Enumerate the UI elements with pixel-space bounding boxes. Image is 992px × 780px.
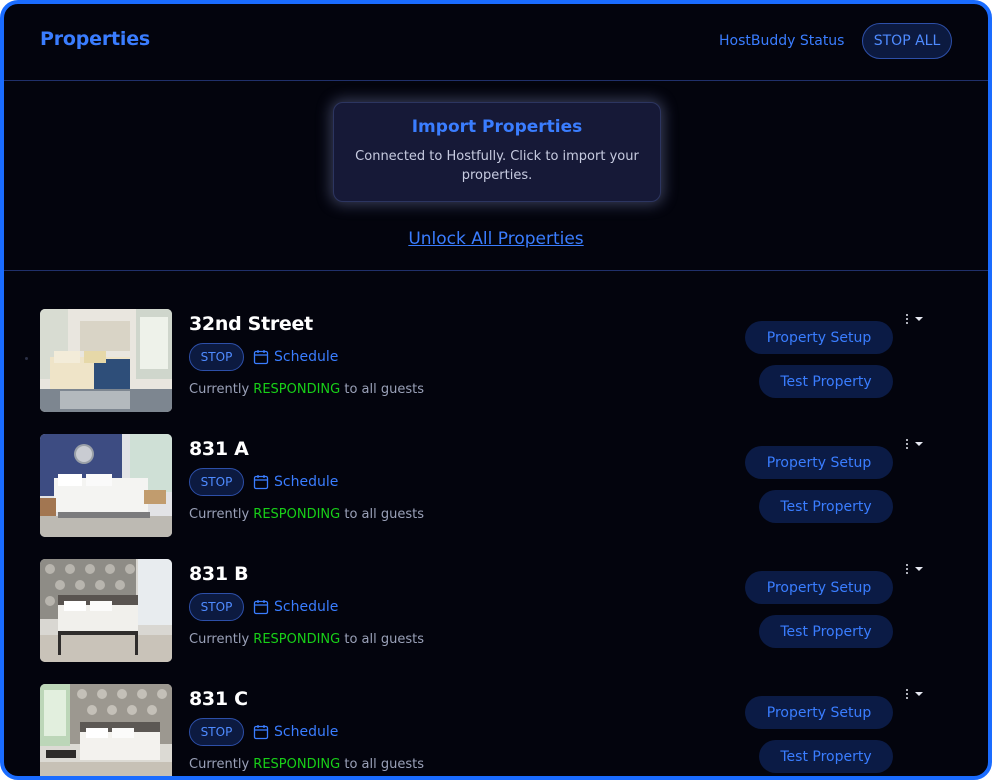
status-prefix: Currently (189, 632, 250, 647)
row-menu-toggle[interactable] (906, 436, 934, 452)
response-status: Currently RESPONDING to all guests (189, 507, 424, 522)
property-setup-button[interactable]: Property Setup (745, 321, 893, 354)
unlock-all-properties-link[interactable]: Unlock All Properties (4, 229, 988, 249)
calendar-icon (253, 600, 269, 615)
property-setup-button[interactable]: Property Setup (745, 571, 893, 604)
test-property-button[interactable]: Test Property (759, 615, 893, 648)
bedroom-image (40, 434, 172, 537)
status-value: RESPONDING (253, 632, 341, 647)
row-menu-toggle[interactable] (906, 311, 934, 327)
stop-property-button[interactable]: STOP (189, 343, 244, 371)
stop-property-button[interactable]: STOP (189, 593, 244, 621)
property-setup-button[interactable]: Property Setup (745, 696, 893, 729)
schedule-link[interactable]: Schedule (253, 724, 338, 740)
status-prefix: Currently (189, 382, 250, 397)
property-setup-button[interactable]: Property Setup (745, 446, 893, 479)
page-header: Properties HostBuddy Status STOP ALL (4, 4, 988, 81)
test-property-button[interactable]: Test Property (759, 365, 893, 398)
status-value: RESPONDING (253, 382, 341, 397)
import-properties-title: Import Properties (411, 117, 583, 137)
response-status: Currently RESPONDING to all guests (189, 632, 424, 647)
status-suffix: to all guests (344, 757, 424, 772)
schedule-label: Schedule (274, 349, 339, 365)
bedroom-image (40, 559, 172, 662)
stop-property-button[interactable]: STOP (189, 468, 244, 496)
caret-down-icon (915, 567, 923, 571)
status-suffix: to all guests (344, 507, 424, 522)
bedroom-image (40, 684, 172, 776)
row-menu-toggle[interactable] (906, 686, 934, 702)
property-thumbnail[interactable] (40, 684, 172, 776)
row-menu-toggle[interactable] (906, 561, 934, 577)
property-row: 32nd Street STOP Schedule Currently RESP… (4, 309, 988, 434)
schedule-link[interactable]: Schedule (253, 474, 338, 490)
calendar-icon (253, 725, 269, 740)
test-property-button[interactable]: Test Property (759, 740, 893, 773)
status-prefix: Currently (189, 757, 250, 772)
hostbuddy-status-label: HostBuddy Status (719, 33, 845, 49)
app-frame: Properties HostBuddy Status STOP ALL Imp… (0, 0, 992, 780)
kebab-menu-icon (906, 439, 908, 449)
import-section: Import Properties Connected to Hostfully… (4, 81, 988, 271)
bedroom-image (40, 309, 172, 412)
status-value: RESPONDING (253, 507, 341, 522)
test-property-button[interactable]: Test Property (759, 490, 893, 523)
property-name: 831 B (189, 563, 249, 585)
caret-down-icon (915, 442, 923, 446)
caret-down-icon (915, 317, 923, 321)
property-name: 831 C (189, 688, 248, 710)
property-row: 831 A STOP Schedule Currently RESPONDING… (4, 434, 988, 559)
page-title: Properties (40, 28, 150, 50)
status-prefix: Currently (189, 507, 250, 522)
status-suffix: to all guests (344, 382, 424, 397)
caret-down-icon (915, 692, 923, 696)
property-thumbnail[interactable] (40, 434, 172, 537)
schedule-label: Schedule (274, 474, 339, 490)
property-row: 831 B STOP Schedule Currently RESPONDING… (4, 559, 988, 684)
schedule-link[interactable]: Schedule (253, 599, 338, 615)
kebab-menu-icon (906, 689, 908, 699)
property-row: 831 C STOP Schedule Currently RESPONDING… (4, 684, 988, 776)
stop-all-button[interactable]: STOP ALL (862, 23, 952, 59)
property-name: 831 A (189, 438, 249, 460)
import-properties-description: Connected to Hostfully. Click to import … (355, 149, 639, 183)
status-value: RESPONDING (253, 757, 341, 772)
property-thumbnail[interactable] (40, 559, 172, 662)
schedule-label: Schedule (274, 599, 339, 615)
property-name: 32nd Street (189, 313, 313, 335)
calendar-icon (253, 350, 269, 365)
stop-property-button[interactable]: STOP (189, 718, 244, 746)
response-status: Currently RESPONDING to all guests (189, 382, 424, 397)
schedule-label: Schedule (274, 724, 339, 740)
kebab-menu-icon (906, 564, 908, 574)
calendar-icon (253, 475, 269, 490)
schedule-link[interactable]: Schedule (253, 349, 338, 365)
property-thumbnail[interactable] (40, 309, 172, 412)
response-status: Currently RESPONDING to all guests (189, 757, 424, 772)
import-properties-card[interactable]: Import Properties Connected to Hostfully… (333, 102, 661, 202)
kebab-menu-icon (906, 314, 908, 324)
status-suffix: to all guests (344, 632, 424, 647)
